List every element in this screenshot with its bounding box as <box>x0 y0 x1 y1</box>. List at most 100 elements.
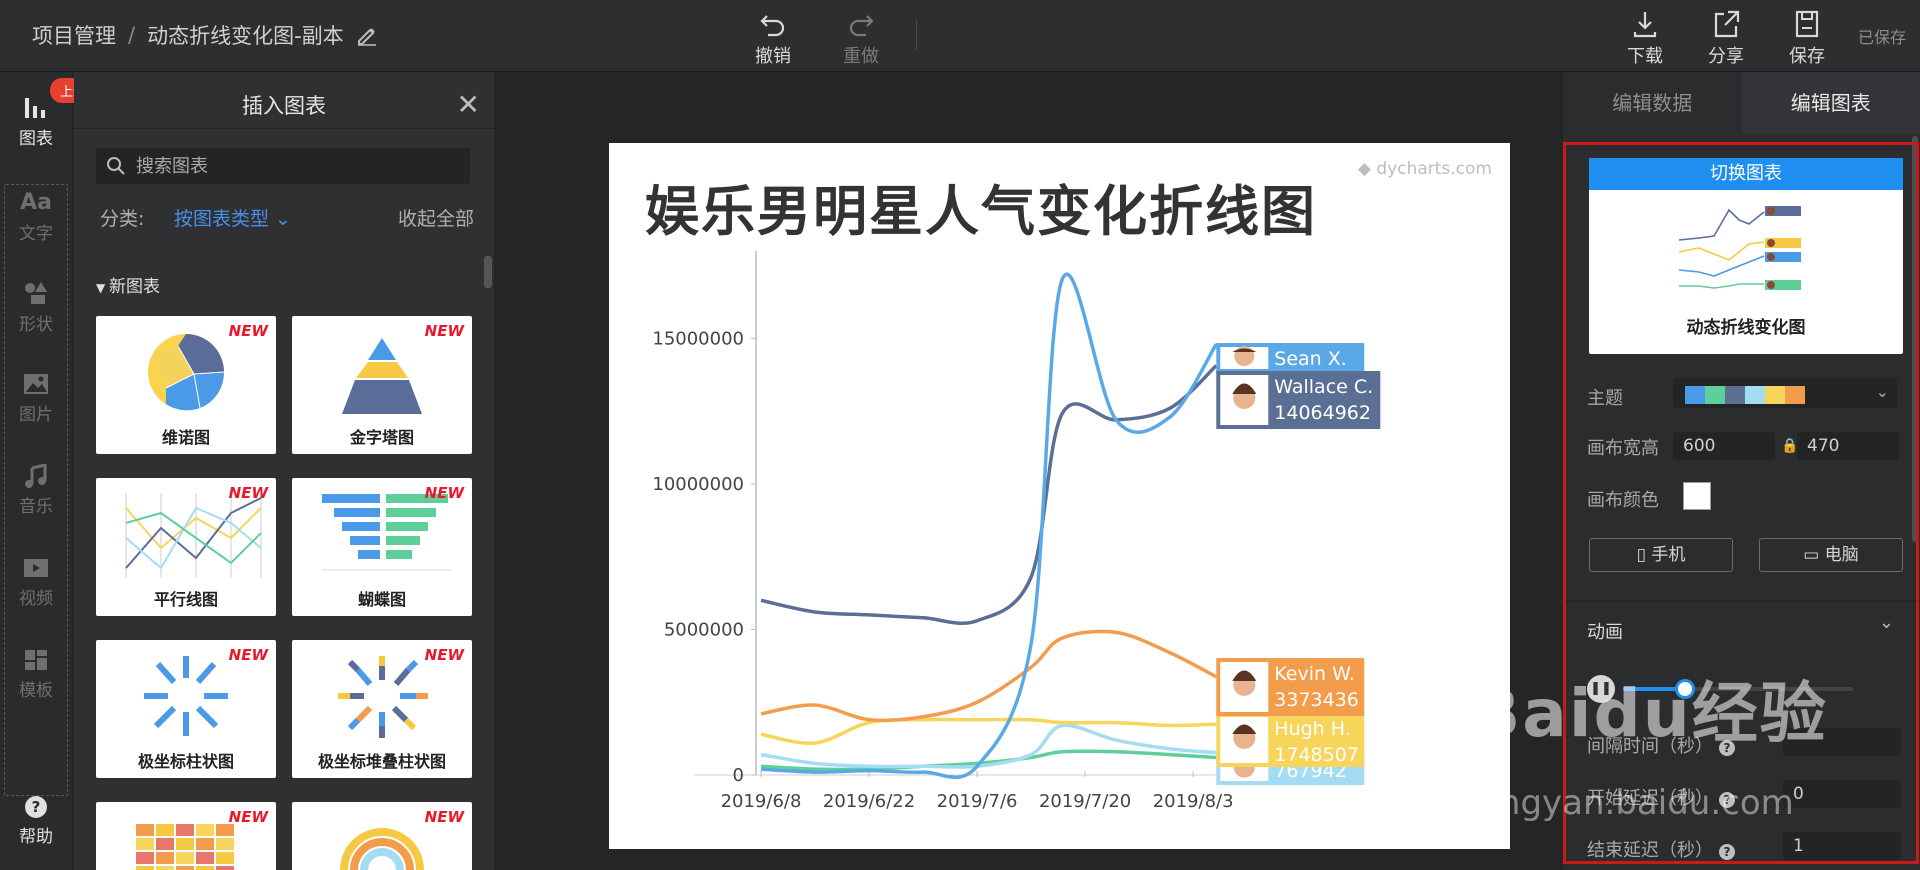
series-name-label: Hugh H. <box>1274 718 1350 740</box>
x-tick-label: 2019/6/22 <box>823 791 915 812</box>
series-value-label: 14064962 <box>1274 402 1371 424</box>
breadcrumb: 项目管理 / 动态折线变化图-副本 <box>32 20 378 50</box>
x-tick-label: 2019/6/8 <box>721 791 802 812</box>
panel-title: 插入图表 <box>242 94 326 118</box>
x-tick-label: 2019/8/3 <box>1153 791 1234 812</box>
chart-card-butterfly[interactable]: NEW 蝴蝶图 <box>292 478 472 616</box>
insert-chart-panel: 插入图表 ✕ 分类: 按图表类型 ⌄ 收起全部 ▼ 新图表 NEW 维诺图 <box>74 72 494 870</box>
card-name: 极坐标堆叠柱状图 <box>317 752 446 771</box>
help-label: 帮助 <box>19 827 53 847</box>
rail-item-video[interactable]: 视频 <box>0 556 72 609</box>
new-tag: NEW <box>228 646 268 664</box>
rail-label-shapes: 形状 <box>19 315 53 335</box>
video-icon <box>24 559 48 577</box>
rail-label-video: 视频 <box>19 589 53 609</box>
chart-canvas[interactable]: 娱乐男明星人气变化折线图 ◆ dycharts.com 0 5000000 1000… <box>609 143 1510 849</box>
undo-label: 撤销 <box>755 46 791 67</box>
series-value-label: 1748507 <box>1274 744 1359 766</box>
redo-button[interactable]: 重做 <box>826 6 896 68</box>
share-icon <box>1714 10 1740 38</box>
toolbar-divider <box>916 20 917 50</box>
rail-label-chart: 图表 <box>19 129 53 149</box>
project-name[interactable]: 动态折线变化图-副本 <box>147 20 344 50</box>
line-chart: 0 5000000 10000000 15000000 2019/6/8 2019/6/2… <box>652 251 1381 812</box>
edit-icon[interactable] <box>356 24 378 46</box>
rail-item-text[interactable]: Aa 文字 <box>0 190 72 244</box>
series-line-1 <box>760 364 1218 626</box>
y-tick-label: 15000000 <box>652 328 744 349</box>
save-icon <box>1795 10 1819 38</box>
series-line-0 <box>760 272 1218 779</box>
tab-edit-chart[interactable]: 编辑图表 <box>1741 72 1920 134</box>
card-name: 维诺图 <box>161 428 210 447</box>
search-input[interactable] <box>136 155 436 177</box>
redo-label: 重做 <box>843 46 879 67</box>
chart-card-parallel[interactable]: NEW 平行线图 <box>96 478 276 616</box>
chart-card-voronoi[interactable]: NEW 维诺图 <box>96 316 276 454</box>
y-tick-label: 5000000 <box>664 619 744 640</box>
redo-icon <box>849 15 874 37</box>
chart-card-polar-bar[interactable]: NEW 极坐标柱状图 <box>96 640 276 778</box>
save-label: 保存 <box>1789 46 1825 67</box>
chart-search-box <box>96 148 470 184</box>
breadcrumb-separator: / <box>128 23 136 47</box>
rail-label-template: 模板 <box>19 681 53 701</box>
series-line-2 <box>760 629 1218 723</box>
section-title: 新图表 <box>109 277 161 297</box>
close-icon[interactable]: ✕ <box>457 88 480 121</box>
shapes-icon <box>25 282 47 304</box>
new-tag: NEW <box>424 484 464 502</box>
help-button[interactable]: ? 帮助 <box>0 796 72 847</box>
rail-label-music: 音乐 <box>19 497 53 517</box>
series-name-label: Sean X. <box>1274 348 1347 370</box>
save-button[interactable]: 保存 <box>1772 6 1842 68</box>
rail-item-image[interactable]: 图片 <box>0 372 72 425</box>
section-new-charts[interactable]: ▼ 新图表 <box>96 272 160 297</box>
breadcrumb-root[interactable]: 项目管理 <box>32 20 116 50</box>
image-icon <box>24 374 48 394</box>
chevron-down-icon: ⌄ <box>269 208 291 230</box>
chart-card-ring[interactable]: NEW <box>292 802 472 870</box>
rail-item-shapes[interactable]: 形状 <box>0 280 72 335</box>
rail-label-image: 图片 <box>19 405 53 425</box>
x-tick-label: 2019/7/20 <box>1039 791 1131 812</box>
bar-chart-icon <box>25 98 45 118</box>
series-name-label: Kevin W. <box>1274 663 1354 685</box>
new-tag: NEW <box>424 808 464 826</box>
chart-card-heatmap[interactable]: NEW <box>96 802 276 870</box>
baidu-watermark-url: jingyan.baidu.com <box>1480 783 1794 823</box>
rail-item-template[interactable]: 模板 <box>0 648 72 701</box>
undo-icon <box>760 15 785 37</box>
card-name: 金字塔图 <box>349 428 414 447</box>
top-bar: 项目管理 / 动态折线变化图-副本 撤销 重做 下载 分享 保存 已保存 <box>0 0 1920 72</box>
tab-edit-data[interactable]: 编辑数据 <box>1563 72 1742 134</box>
left-tool-rail: 图表 Aa 文字 形状 图片 音乐 视频 模板 ? 帮助 <box>0 72 72 870</box>
new-tag: NEW <box>228 808 268 826</box>
download-icon <box>1633 12 1657 38</box>
new-tag: NEW <box>228 322 268 340</box>
new-tag: NEW <box>228 484 268 502</box>
download-button[interactable]: 下载 <box>1610 6 1680 68</box>
undo-button[interactable]: 撤销 <box>738 6 808 68</box>
share-label: 分享 <box>1708 46 1744 67</box>
share-button[interactable]: 分享 <box>1691 6 1761 68</box>
card-name: 蝴蝶图 <box>357 590 406 609</box>
new-tag: NEW <box>424 646 464 664</box>
panel-scrollbar[interactable] <box>484 256 492 288</box>
baidu-watermark: Baidu经验 <box>1470 675 1828 752</box>
collapse-all-link[interactable]: 收起全部 <box>398 204 474 231</box>
panel-divider <box>74 128 494 129</box>
chart-card-polar-stacked[interactable]: NEW 极坐标堆叠柱状图 <box>292 640 472 778</box>
music-icon <box>25 464 47 488</box>
text-icon: Aa <box>20 190 52 215</box>
caret-down-icon: ▼ <box>96 281 110 295</box>
category-label: 分类: <box>100 208 145 230</box>
y-tick-label: 10000000 <box>652 474 744 495</box>
card-name: 平行线图 <box>153 590 218 609</box>
chart-card-pyramid[interactable]: NEW 金字塔图 <box>292 316 472 454</box>
rail-item-music[interactable]: 音乐 <box>0 464 72 517</box>
card-name: 极坐标柱状图 <box>137 752 234 771</box>
y-tick-label: 0 <box>733 765 744 786</box>
category-dropdown[interactable]: 按图表类型 ⌄ <box>174 204 291 231</box>
search-icon <box>107 157 125 175</box>
